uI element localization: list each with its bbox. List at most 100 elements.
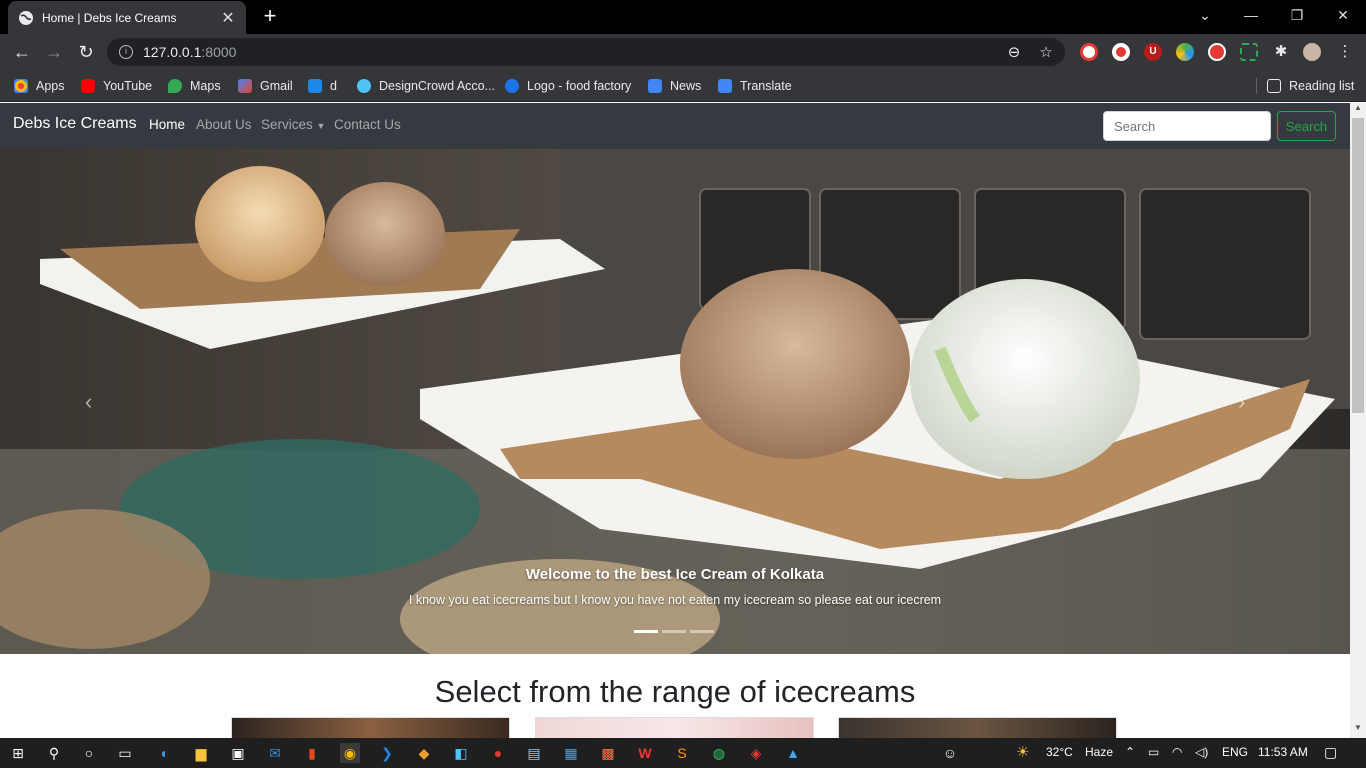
address-bar[interactable]: i 127.0.0.1:8000 ⊖ ☆ — [107, 38, 1065, 66]
vscode-icon[interactable]: ❯ — [377, 743, 397, 763]
carousel-indicator[interactable] — [690, 630, 714, 633]
nav-services-label: Services — [261, 117, 313, 132]
windows-start-icon[interactable]: ⊞ — [8, 743, 28, 763]
screenshot-extension-icon[interactable] — [1240, 43, 1258, 61]
bookmark-label: Gmail — [260, 79, 293, 93]
app-icon[interactable]: ● — [488, 743, 508, 763]
menu-kebab-icon[interactable]: ⋮ — [1336, 43, 1354, 61]
cortana-icon[interactable]: ○ — [79, 743, 99, 763]
nav-about[interactable]: About Us — [196, 117, 252, 132]
reload-button[interactable]: ↻ — [73, 39, 99, 65]
chrome-icon[interactable]: ◉ — [340, 743, 360, 763]
zoom-icon[interactable]: ⊖ — [1005, 44, 1023, 62]
wifi-icon[interactable]: ◠ — [1172, 745, 1182, 759]
bookmark-translate[interactable]: Translate — [718, 77, 792, 95]
back-button[interactable]: ← — [9, 39, 35, 65]
search-input[interactable] — [1103, 111, 1271, 141]
language-indicator[interactable]: ENG — [1222, 745, 1248, 759]
profile-avatar[interactable] — [1303, 43, 1321, 61]
reading-list-label: Reading list — [1289, 79, 1355, 93]
site-brand[interactable]: Debs Ice Creams — [13, 115, 137, 133]
canva-icon — [505, 79, 519, 93]
info-icon[interactable]: i — [119, 45, 133, 59]
forward-button[interactable]: → — [41, 39, 67, 65]
bookmark-label: YouTube — [103, 79, 153, 93]
edge-icon[interactable]: ◐ — [155, 743, 175, 763]
x-logo-icon — [308, 79, 322, 93]
page-scrollbar[interactable]: ▲ ▼ — [1350, 103, 1366, 738]
maps-pin-icon — [168, 79, 182, 93]
bookmark-label: DesignCrowd Acco... — [379, 79, 496, 93]
store-icon[interactable]: ▣ — [228, 743, 248, 763]
whatsapp-icon[interactable]: ◍ — [709, 743, 729, 763]
nav-services[interactable]: Services ▼ — [261, 117, 325, 132]
puzzle-extensions-icon[interactable]: ✱ — [1272, 43, 1290, 61]
ublock-extension-icon[interactable]: U — [1144, 43, 1162, 61]
photos-icon[interactable]: ▲ — [783, 743, 803, 763]
hero-carousel: ‹ › Welcome to the best Ice Cream of Kol… — [0, 149, 1350, 654]
carousel-indicator[interactable] — [634, 630, 658, 633]
bookmark-designcrowd[interactable]: DesignCrowd Acco... — [357, 77, 495, 95]
carousel-caption-text: I know you eat icecreams but I know you … — [408, 593, 942, 607]
notification-icon[interactable]: ▢ — [1324, 744, 1337, 761]
weather-desc[interactable]: Haze — [1085, 745, 1113, 759]
browser-tab[interactable]: Home | Debs Ice Creams ✕ — [8, 1, 246, 34]
battery-icon[interactable]: ▭ — [1148, 745, 1159, 759]
carousel-prev-icon[interactable]: ‹ — [85, 389, 92, 415]
close-tab-icon[interactable]: ✕ — [220, 8, 236, 28]
mail-icon[interactable]: ✉ — [265, 743, 285, 763]
wps-icon[interactable]: W — [635, 743, 655, 763]
scroll-up-icon[interactable]: ▲ — [1350, 103, 1366, 117]
scroll-down-icon[interactable]: ▼ — [1350, 723, 1366, 737]
new-tab-button[interactable]: + — [259, 3, 281, 29]
bookmark-label: d — [330, 79, 337, 93]
tab-search-icon[interactable]: ⌄ — [1182, 0, 1228, 30]
colorful-extension-icon[interactable] — [1176, 43, 1194, 61]
file-explorer-icon[interactable]: ▆ — [191, 743, 211, 763]
bookmark-apps[interactable]: Apps — [14, 77, 65, 95]
scrollbar-thumb[interactable] — [1352, 118, 1364, 413]
youtube-icon — [81, 79, 95, 93]
people-icon[interactable]: ☺ — [940, 743, 960, 763]
bookmark-gmail[interactable]: Gmail — [238, 77, 293, 95]
restore-button[interactable]: ❐ — [1274, 0, 1320, 30]
bookmark-news[interactable]: News — [648, 77, 701, 95]
red-extension-icon[interactable] — [1208, 43, 1226, 61]
app-icon[interactable]: ◧ — [451, 743, 471, 763]
adblock-extension-icon[interactable] — [1080, 43, 1098, 61]
bookmark-d[interactable]: d — [308, 77, 337, 95]
record-extension-icon[interactable] — [1112, 43, 1130, 61]
apps-grid-icon — [14, 79, 28, 93]
bookmark-star-icon[interactable]: ☆ — [1037, 44, 1055, 62]
carousel-indicator[interactable] — [662, 630, 686, 633]
app-icon[interactable]: ◆ — [414, 743, 434, 763]
weather-temp[interactable]: 32°C — [1046, 745, 1073, 759]
chevron-up-icon[interactable]: ⌃ — [1125, 745, 1135, 759]
bookmark-youtube[interactable]: YouTube — [81, 77, 152, 95]
carousel-next-icon[interactable]: › — [1238, 389, 1245, 415]
nav-contact[interactable]: Contact Us — [334, 117, 401, 132]
anydesk-icon[interactable]: ◈ — [746, 743, 766, 763]
sublime-icon[interactable]: S — [672, 743, 692, 763]
clock[interactable]: 11:53 AM — [1258, 745, 1308, 759]
nav-home[interactable]: Home — [149, 117, 185, 132]
carousel-caption-title: Welcome to the best Ice Cream of Kolkata — [525, 566, 825, 583]
office-icon[interactable]: ▮ — [302, 743, 322, 763]
reading-list-button[interactable]: Reading list — [1267, 77, 1354, 95]
search-button[interactable]: Search — [1277, 111, 1336, 141]
minimize-button[interactable]: — — [1228, 0, 1274, 30]
caret-down-icon: ▼ — [316, 121, 326, 131]
app-icon[interactable]: ▦ — [561, 743, 581, 763]
close-window-button[interactable]: ✕ — [1320, 0, 1366, 30]
weather-icon[interactable]: ☀ — [1016, 743, 1029, 761]
app-icon[interactable]: ▤ — [524, 743, 544, 763]
bookmark-logo-food-factory[interactable]: Logo - food factory — [505, 77, 631, 95]
windows-taskbar: ⊞ ⚲ ○ ▭ ◐ ▆ ▣ ✉ ▮ ◉ ❯ ◆ ◧ ● ▤ ▦ ▩ W S ◍ … — [0, 738, 1366, 768]
product-section: Select from the range of icecreams — [0, 654, 1350, 741]
app-icon[interactable]: ▩ — [598, 743, 618, 763]
section-title: Select from the range of icecreams — [434, 674, 916, 709]
search-taskbar-icon[interactable]: ⚲ — [44, 743, 64, 763]
volume-icon[interactable]: ◁) — [1195, 745, 1208, 759]
task-view-icon[interactable]: ▭ — [115, 743, 135, 763]
bookmark-maps[interactable]: Maps — [168, 77, 221, 95]
